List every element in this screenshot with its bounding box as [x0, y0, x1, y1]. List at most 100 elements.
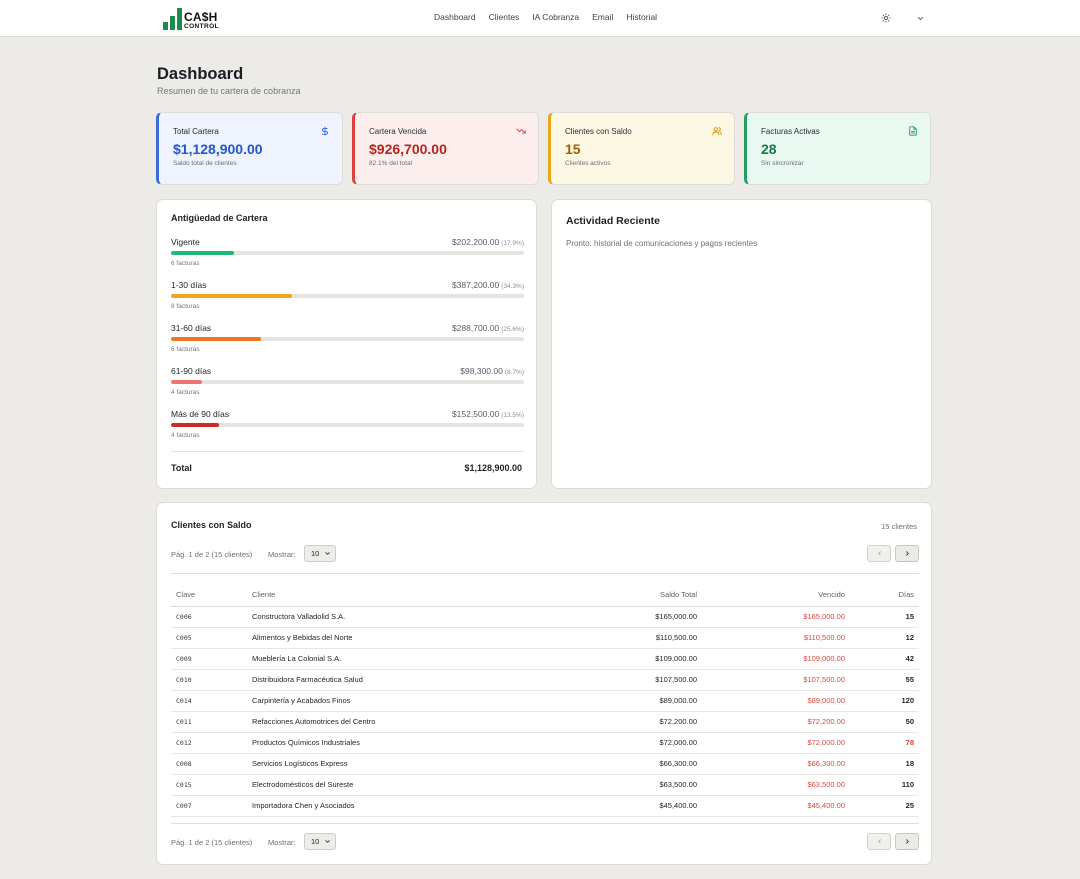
client-name: Alimentos y Bebidas del Norte [252, 627, 612, 649]
aging-progress-track [171, 294, 524, 298]
next-page-button[interactable] [895, 545, 919, 562]
pagination-info: Pág. 1 de 2 (15 clientes) [171, 550, 253, 559]
aging-panel: Antigüedad de Cartera Vigente $202,200.0… [156, 199, 537, 489]
stat-title: Clientes con Saldo [565, 127, 632, 136]
next-page-button[interactable] [895, 833, 919, 850]
page-size-label: Mostrar: [268, 838, 296, 847]
stat-subtitle: Saldo total de clientes [173, 160, 237, 167]
client-name: Refacciones Automotrices del Centro [252, 711, 612, 733]
client-name: Electrodomésticos del Sureste [252, 774, 612, 796]
client-saldo: $63,500.00 [612, 774, 697, 796]
pagination-top: Pág. 1 de 2 (15 clientes) Mostrar: 10 [171, 545, 919, 563]
client-dias: 50 [845, 711, 919, 733]
column-header-dias[interactable]: Días [845, 584, 919, 607]
client-name: Distribuidora Farmacéutica Salud [252, 669, 612, 691]
chevron-left-icon [877, 551, 881, 556]
pagination-bottom: Pág. 1 de 2 (15 clientes) Mostrar: 10 [171, 833, 919, 851]
logo-bars-icon [163, 8, 182, 30]
table-row[interactable]: C007 Importadora Chen y Asociados $45,40… [171, 795, 919, 817]
client-key: C005 [171, 627, 252, 649]
client-name: Importadora Chen y Asociados [252, 795, 612, 817]
activity-title: Actividad Reciente [566, 215, 660, 227]
column-header-clave[interactable]: Clave [171, 584, 252, 607]
table-row[interactable]: C006 Constructora Valladolid S.A. $165,0… [171, 606, 919, 628]
aging-progress-fill [171, 251, 235, 255]
client-vencido: $45,400.00 [697, 795, 845, 817]
client-vencido: $72,000.00 [697, 732, 845, 754]
page-size-value: 10 [311, 837, 320, 846]
clients-count: 15 clientes [881, 522, 917, 531]
app-logo[interactable]: CA$H CONTROL [163, 6, 219, 30]
theme-toggle-button[interactable] [880, 12, 892, 24]
table-row[interactable]: C008 Servicios Logísticos Express $66,30… [171, 753, 919, 775]
page-subtitle: Resumen de tu cartera de cobranza [157, 86, 301, 96]
chevron-right-icon [905, 839, 909, 844]
column-header-saldo-total[interactable]: Saldo Total [612, 584, 697, 607]
aging-amount: $202,200.00 (17.9%) [451, 237, 524, 247]
client-vencido: $165,000.00 [697, 606, 845, 628]
table-row[interactable]: C014 Carpintería y Acabados Finos $89,00… [171, 690, 919, 712]
clients-panel: Clientes con Saldo 15 clientes Pág. 1 de… [156, 502, 932, 865]
client-key: C012 [171, 732, 252, 754]
stat-title: Facturas Activas [761, 127, 820, 136]
logo-text-line1: CA$H [184, 9, 218, 24]
chevron-down-icon [917, 16, 923, 20]
table-row[interactable]: C005 Alimentos y Bebidas del Norte $110,… [171, 627, 919, 649]
client-name: Mueblería La Colonial S.A. [252, 648, 612, 670]
stat-card-clientes-con-saldo: Clientes con Saldo 15 Clientes activos [548, 112, 735, 185]
stat-value: 28 [761, 141, 777, 157]
prev-page-button[interactable] [867, 833, 891, 850]
aging-row-vigente: Vigente $202,200.00 (17.9%) 6 facturas [171, 237, 524, 275]
aging-label: Más de 90 días [171, 409, 230, 419]
aging-progress-track [171, 337, 524, 341]
client-dias: 110 [845, 774, 919, 796]
nav-ia-cobranza[interactable]: IA Cobranza [532, 12, 579, 22]
user-menu-button[interactable] [914, 12, 926, 24]
nav-historial[interactable]: Historial [626, 12, 657, 22]
aging-label: 1-30 días [171, 280, 207, 290]
nav-email[interactable]: Email [592, 12, 613, 22]
table-row[interactable]: C010 Distribuidora Farmacéutica Salud $1… [171, 669, 919, 691]
client-key: C009 [171, 648, 252, 670]
aging-amount: $152,500.00 (13.5%) [451, 409, 524, 419]
page-size-select[interactable]: 10 [304, 833, 336, 850]
client-name: Servicios Logísticos Express [252, 753, 612, 775]
client-dias: 15 [845, 606, 919, 628]
client-vencido: $109,000.00 [697, 648, 845, 670]
table-row[interactable]: C011 Refacciones Automotrices del Centro… [171, 711, 919, 733]
page-size-select[interactable]: 10 [304, 545, 336, 562]
aging-total-label: Total [171, 463, 192, 473]
stat-card-total-cartera: Total Cartera $1,128,900.00 Saldo total … [156, 112, 343, 185]
aging-title: Antigüedad de Cartera [171, 213, 268, 223]
stat-value: $926,700.00 [369, 141, 447, 157]
table-row[interactable]: C015 Electrodomésticos del Sureste $63,5… [171, 774, 919, 796]
client-dias: 12 [845, 627, 919, 649]
aging-count: 4 facturas [171, 389, 200, 396]
column-header-cliente[interactable]: Cliente [252, 584, 612, 607]
nav-clientes[interactable]: Clientes [489, 12, 520, 22]
client-dias: 55 [845, 669, 919, 691]
aging-count: 6 facturas [171, 260, 200, 267]
sun-icon [881, 13, 891, 23]
prev-page-button[interactable] [867, 545, 891, 562]
client-saldo: $165,000.00 [612, 606, 697, 628]
client-dias: 25 [845, 795, 919, 817]
client-key: C008 [171, 753, 252, 775]
client-name: Carpintería y Acabados Finos [252, 690, 612, 712]
client-vencido: $66,300.00 [697, 753, 845, 775]
table-header-row: Clave Cliente Saldo Total Vencido Días [171, 584, 919, 607]
nav-dashboard[interactable]: Dashboard [434, 12, 476, 22]
clients-title: Clientes con Saldo [171, 520, 252, 530]
stat-title: Cartera Vencida [369, 127, 427, 136]
client-name: Constructora Valladolid S.A. [252, 606, 612, 628]
aging-divider [171, 451, 524, 452]
client-saldo: $110,500.00 [612, 627, 697, 649]
aging-amount: $288,700.00 (25.6%) [451, 323, 524, 333]
aging-row-1-30: 1-30 días $387,200.00 (34.3%) 8 facturas [171, 280, 524, 318]
aging-progress-fill [171, 294, 293, 298]
page-size-label: Mostrar: [268, 550, 296, 559]
column-header-vencido[interactable]: Vencido [697, 584, 845, 607]
table-row[interactable]: C009 Mueblería La Colonial S.A. $109,000… [171, 648, 919, 670]
table-row[interactable]: C012 Productos Químicos Industriales $72… [171, 732, 919, 754]
main-nav: Dashboard Clientes IA Cobranza Email His… [434, 12, 657, 22]
